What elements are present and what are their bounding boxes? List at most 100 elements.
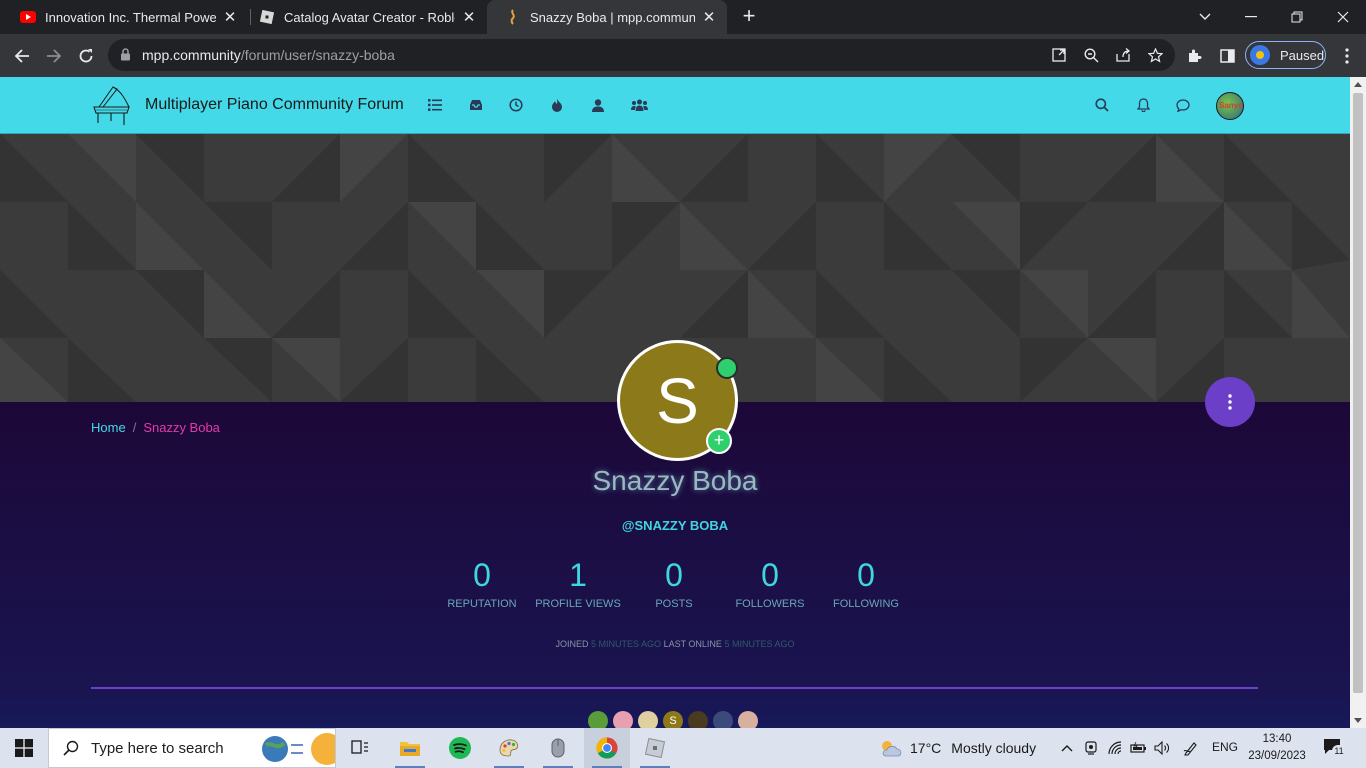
profile-username: @SNAZZY BOBA	[621, 518, 729, 533]
tab-title: Snazzy Boba | mpp.community	[530, 9, 695, 25]
chat-icon[interactable]	[1173, 95, 1193, 115]
weather-temperature: 17°C	[910, 740, 942, 756]
piano-logo-icon[interactable]	[91, 83, 133, 127]
mpp-icon	[505, 9, 521, 25]
stat-following[interactable]: 0 FOLLOWING	[818, 555, 914, 610]
stat-posts[interactable]: 0 POSTS	[626, 555, 722, 610]
stat-followers[interactable]: 0 FOLLOWERS	[722, 555, 818, 610]
clock-date: 23/09/2023	[1248, 750, 1306, 762]
start-button[interactable]	[0, 728, 48, 768]
lock-icon[interactable]	[120, 48, 131, 66]
volume-icon[interactable]	[1152, 728, 1172, 768]
taskbar-clock[interactable]: 13:40 23/09/2023	[1244, 731, 1310, 765]
scroll-up-icon[interactable]	[1354, 82, 1362, 87]
last-online-value: 5 MINUTES AGO	[724, 639, 795, 649]
reload-button[interactable]	[72, 42, 100, 70]
zoom-icon[interactable]	[1082, 46, 1100, 64]
stat-value: 0	[473, 557, 491, 593]
tab-strip: Innovation Inc. Thermal Power Pla ✕ Cata…	[0, 0, 1366, 34]
show-hidden-icons-icon[interactable]	[1058, 728, 1076, 768]
user-avatar[interactable]: Sanyo	[1216, 92, 1244, 120]
profile-display-name: Snazzy Boba	[592, 465, 758, 496]
wifi-icon[interactable]	[1105, 728, 1127, 768]
roblox-app-icon[interactable]	[632, 728, 678, 768]
profile-status: Paused	[1280, 47, 1325, 63]
tab-close-icon[interactable]: ✕	[461, 9, 477, 26]
stat-value: 0	[857, 557, 875, 593]
forum-title[interactable]: Multiplayer Piano Community Forum	[145, 96, 404, 114]
profile-options-button[interactable]	[1205, 377, 1255, 427]
action-center-icon[interactable]: 11	[1323, 738, 1346, 758]
paint-icon[interactable]	[486, 728, 532, 768]
tab-close-icon[interactable]: ✕	[701, 9, 717, 26]
restore-button[interactable]	[1274, 0, 1320, 34]
roblox-icon	[259, 9, 275, 25]
search-placeholder: Type here to search	[91, 739, 224, 757]
follower-avatar[interactable]	[713, 711, 733, 728]
popular-icon[interactable]	[548, 96, 566, 114]
task-view-icon[interactable]	[337, 728, 383, 768]
battery-icon[interactable]	[1129, 728, 1149, 768]
scroll-down-icon[interactable]	[1354, 718, 1362, 723]
side-panel-icon[interactable]	[1213, 42, 1241, 70]
cloudy-weather-icon	[882, 741, 902, 757]
stat-value: 0	[665, 557, 683, 593]
back-button[interactable]	[8, 42, 36, 70]
follower-avatar[interactable]	[613, 711, 633, 728]
tab-roblox[interactable]: Catalog Avatar Creator - Roblox ✕	[241, 0, 487, 34]
page-scrollbar[interactable]	[1350, 77, 1366, 728]
open-in-app-icon[interactable]	[1050, 46, 1068, 64]
follower-avatar[interactable]	[638, 711, 658, 728]
taskbar-search-input[interactable]: Type here to search	[48, 728, 343, 768]
address-bar[interactable]: mpp.community/forum/user/snazzy-boba	[108, 39, 1175, 71]
follower-avatar[interactable]	[738, 711, 758, 728]
follower-avatar[interactable]	[588, 711, 608, 728]
browser-toolbar: mpp.community/forum/user/snazzy-boba Pau…	[0, 34, 1366, 77]
tab-title: Innovation Inc. Thermal Power Pla	[45, 9, 216, 25]
mouse-app-icon[interactable]	[535, 728, 581, 768]
pen-icon[interactable]	[1180, 728, 1202, 768]
tab-close-icon[interactable]: ✕	[222, 9, 238, 26]
spotify-icon[interactable]	[437, 728, 483, 768]
stat-label: REPUTATION	[447, 598, 517, 610]
chrome-icon[interactable]	[584, 728, 630, 768]
user-icon[interactable]	[589, 96, 607, 114]
new-tab-button[interactable]: +	[737, 5, 761, 29]
url-host: mpp.community	[142, 47, 241, 63]
groups-icon[interactable]	[630, 96, 648, 114]
breadcrumb-home[interactable]: Home	[91, 420, 126, 435]
forum-header: Multiplayer Piano Community Forum Sanyo	[0, 77, 1350, 134]
profile-paused-button[interactable]: Paused	[1245, 41, 1326, 69]
profile-avatar-icon	[1250, 45, 1270, 65]
tab-search-button[interactable]	[1182, 0, 1228, 34]
close-window-button[interactable]	[1320, 0, 1366, 34]
chrome-menu-icon[interactable]	[1333, 42, 1361, 70]
tab-mpp-community[interactable]: Snazzy Boba | mpp.community ✕	[487, 0, 727, 34]
inbox-icon[interactable]	[467, 96, 485, 114]
weather-widget[interactable]: 17°C Mostly cloudy	[878, 728, 1036, 768]
breadcrumb: Home / Snazzy Boba	[91, 420, 220, 435]
search-icon[interactable]	[1092, 95, 1112, 115]
share-icon[interactable]	[1114, 46, 1132, 64]
follower-avatar[interactable]: S	[663, 711, 683, 728]
meet-now-icon[interactable]	[1081, 728, 1101, 768]
forward-button[interactable]	[40, 42, 68, 70]
stat-label: POSTS	[655, 598, 693, 610]
recent-icon[interactable]	[507, 96, 525, 114]
stat-value: 0	[761, 557, 779, 593]
input-language[interactable]: ENG	[1212, 740, 1238, 754]
stat-label: FOLLOWING	[832, 598, 899, 610]
minimize-button[interactable]	[1228, 0, 1274, 34]
change-avatar-plus-icon[interactable]: +	[706, 428, 732, 454]
tab-youtube[interactable]: Innovation Inc. Thermal Power Pla ✕	[2, 0, 248, 34]
url-text[interactable]: mpp.community/forum/user/snazzy-boba	[142, 47, 395, 63]
bell-icon[interactable]	[1133, 95, 1153, 115]
follower-avatar[interactable]	[688, 711, 708, 728]
bookmark-star-icon[interactable]	[1146, 46, 1164, 64]
file-explorer-icon[interactable]	[387, 728, 433, 768]
windows-icon	[15, 739, 33, 757]
categories-icon[interactable]	[426, 96, 444, 114]
windows-taskbar: Type here to search 17°C Mostly cloudy E…	[0, 728, 1366, 768]
scrollbar-thumb[interactable]	[1353, 93, 1363, 693]
extensions-icon[interactable]	[1181, 42, 1209, 70]
